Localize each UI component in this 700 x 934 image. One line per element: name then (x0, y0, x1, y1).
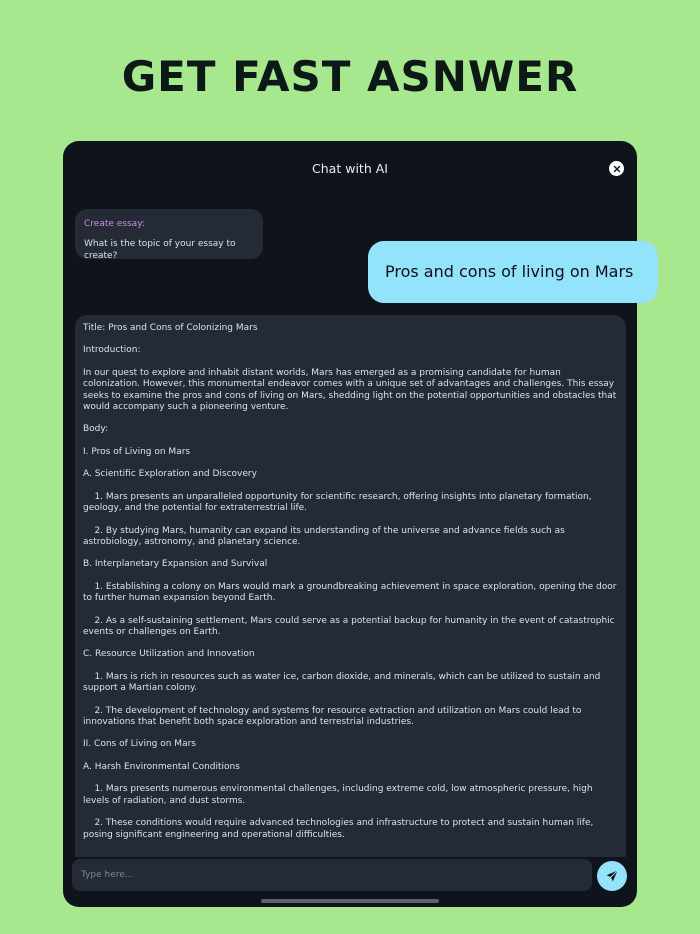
essay-paragraph: II. Cons of Living on Mars (83, 739, 196, 750)
message-input[interactable] (72, 859, 592, 891)
essay-paragraph: Body: (83, 424, 109, 435)
prompt-bubble: Create essay: What is the topic of your … (75, 209, 263, 261)
close-icon (613, 165, 620, 172)
send-icon (606, 870, 618, 882)
essay-paragraph: 1. Mars is rich in resources such as wat… (83, 671, 604, 694)
message-input-container (72, 859, 592, 891)
home-indicator (261, 899, 439, 903)
prompt-question: What is the topic of your essay to creat… (84, 239, 236, 261)
essay-paragraph: 2. These conditions would require advanc… (83, 818, 597, 840)
essay-response: Title: Pros and Cons of Colonizing Mars … (75, 315, 626, 857)
essay-paragraph: Title: Pros and Cons of Colonizing Mars (83, 323, 258, 333)
send-button[interactable] (597, 861, 627, 891)
close-button[interactable] (609, 161, 624, 176)
essay-paragraph: 1. Establishing a colony on Mars would m… (83, 581, 620, 604)
essay-paragraph: 2. By studying Mars, humanity can expand… (83, 525, 568, 547)
chat-window: Chat with AI Create essay: What is the t… (63, 141, 658, 907)
user-message-bubble: Pros and cons of living on Mars (368, 241, 658, 303)
essay-paragraph: C. Resource Utilization and Innovation (83, 649, 255, 660)
essay-paragraph: 1. Mars presents numerous environmental … (83, 784, 596, 806)
chat-title: Chat with AI (312, 161, 388, 176)
essay-paragraph: A. Harsh Environmental Conditions (83, 761, 240, 772)
essay-paragraph: I. Pros of Living on Mars (83, 446, 191, 457)
prompt-label: Create essay: (84, 219, 145, 229)
essay-paragraph: B. Interplanetary Expansion and Survival (83, 559, 268, 570)
essay-paragraph: In our quest to explore and inhabit dist… (83, 367, 620, 412)
essay-paragraph: Introduction: (83, 345, 141, 356)
headline: GET FAST ASNWER (121, 52, 579, 101)
essay-paragraph: 1. Mars presents an unparalleled opportu… (83, 491, 595, 514)
essay-paragraph: A. Scientific Exploration and Discovery (83, 469, 257, 480)
essay-paragraph: 2. The development of technology and sys… (83, 705, 585, 727)
essay-paragraph: 2. As a self-sustaining settlement, Mars… (83, 615, 618, 637)
